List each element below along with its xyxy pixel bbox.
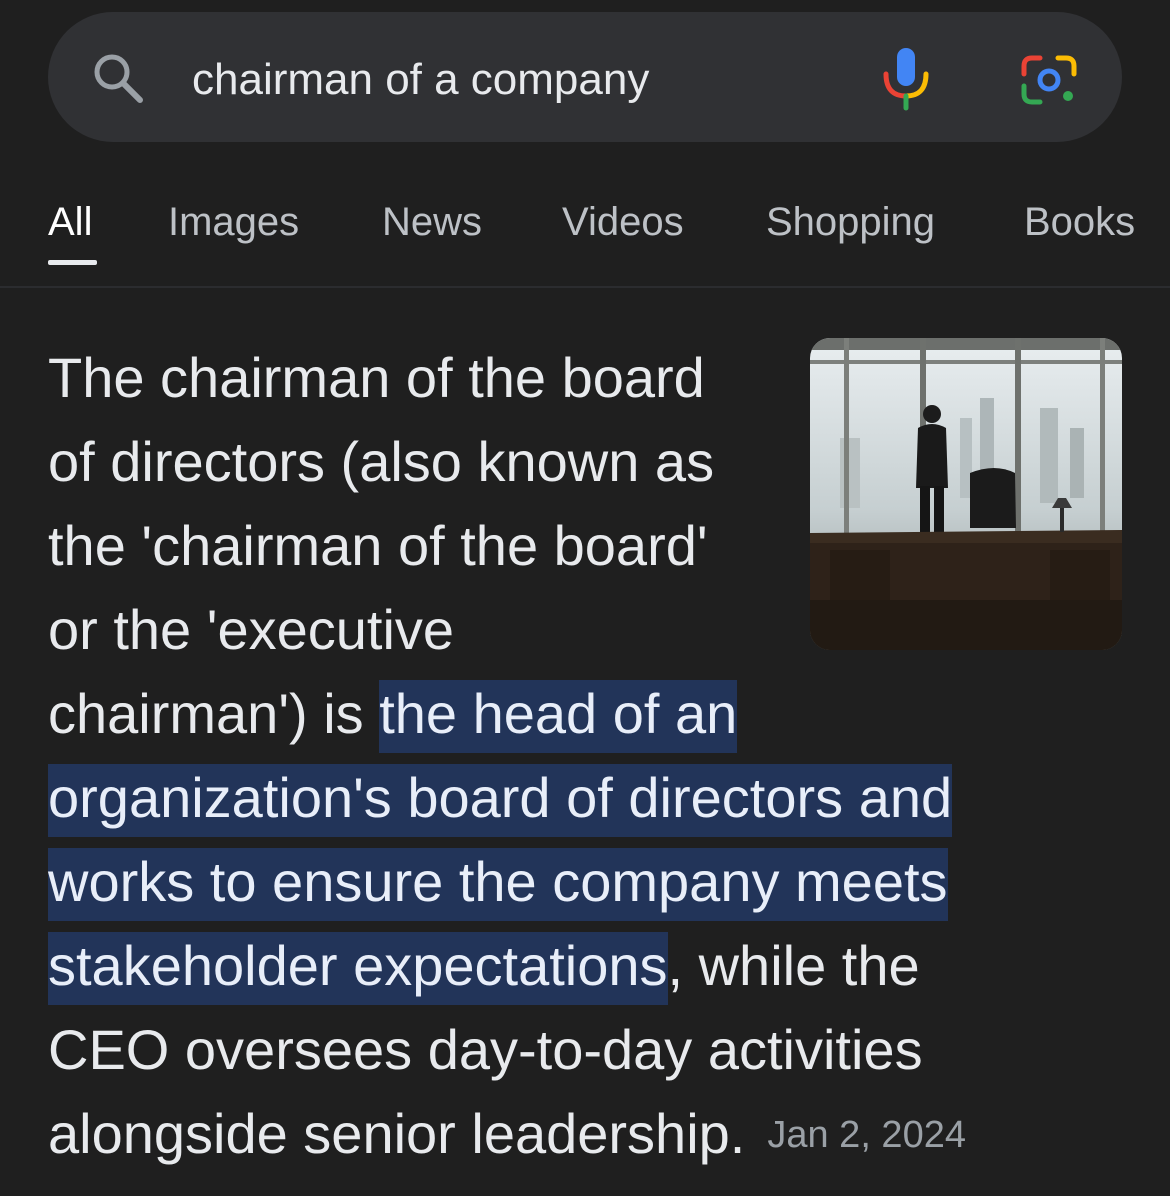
snippet-line: The chairman of the board [48, 346, 705, 409]
tab-books[interactable]: Books [1024, 198, 1135, 246]
snippet-line: stakeholder expectations, while the [48, 924, 1128, 1008]
snippet-line: organization's board of directors and [48, 756, 1128, 840]
snippet-line: alongside senior leadership. Jan 2, 2024 [48, 1092, 1128, 1183]
snippet-line: chairman') is the head of an [48, 672, 1128, 756]
snippet-line: the 'chairman of the board' [48, 514, 708, 577]
featured-snippet: The chairman of the board of directors (… [48, 336, 1128, 1183]
snippet-highlight: organization's board of directors and [48, 764, 953, 837]
snippet-line: or the 'executive [48, 598, 455, 661]
tab-videos[interactable]: Videos [562, 198, 684, 246]
tab-news[interactable]: News [382, 198, 482, 246]
search-icon[interactable] [88, 50, 148, 110]
snippet-highlight: stakeholder expectations [48, 932, 668, 1005]
search-input[interactable]: chairman of a company [192, 52, 649, 108]
tab-images[interactable]: Images [168, 198, 299, 246]
snippet-highlight: works to ensure the company meets [48, 848, 948, 921]
snippet-text: chairman') is [48, 682, 380, 745]
lens-icon[interactable] [1018, 52, 1080, 108]
active-tab-indicator [48, 260, 97, 265]
tab-all[interactable]: All [48, 198, 92, 246]
snippet-text: , while the [667, 934, 920, 997]
snippet-date: Jan 2, 2024 [767, 1114, 966, 1156]
snippet-line: works to ensure the company meets [48, 840, 1128, 924]
snippet-line: of directors (also known as [48, 430, 715, 493]
tab-shopping[interactable]: Shopping [766, 198, 935, 246]
snippet-text: alongside senior leadership. [48, 1102, 746, 1165]
snippet-line: CEO oversees day-to-day activities [48, 1018, 923, 1081]
search-tabs: All Images News Videos Shopping Books [0, 190, 1170, 288]
mic-icon[interactable] [878, 42, 934, 114]
snippet-highlight: the head of an [379, 680, 738, 753]
